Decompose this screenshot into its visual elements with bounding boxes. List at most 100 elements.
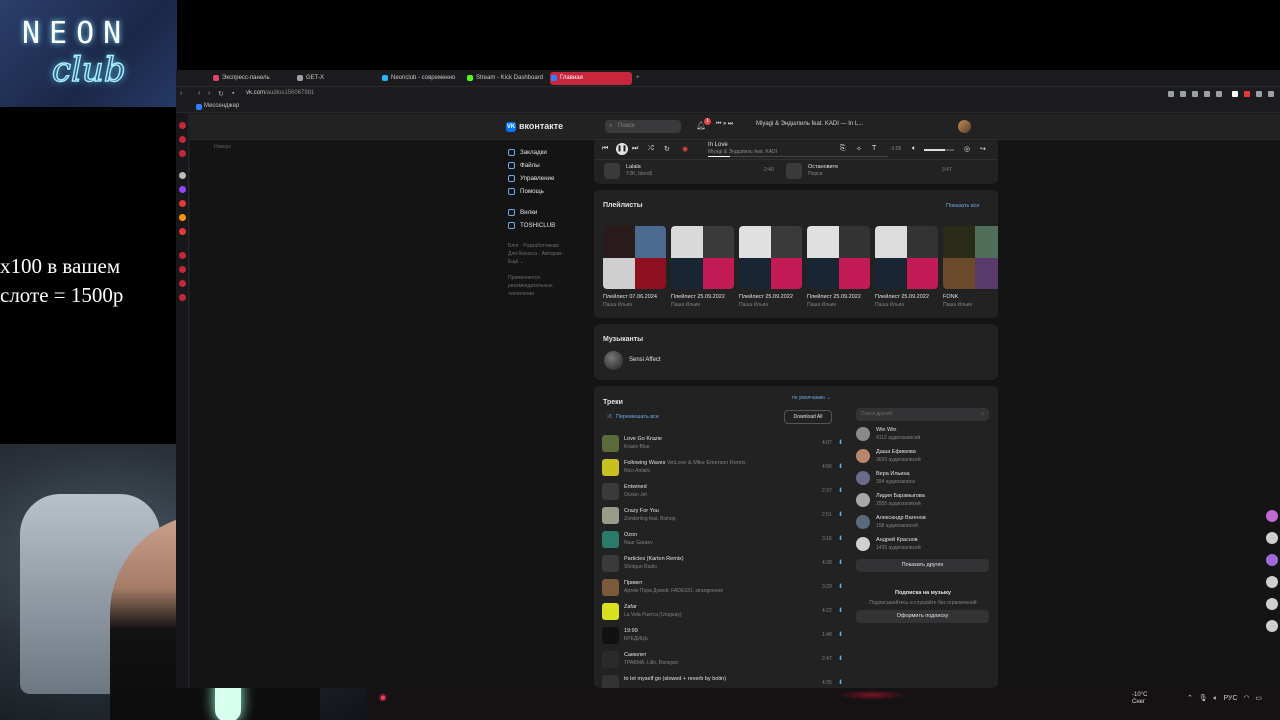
shuffle-icon[interactable]: ⤮ bbox=[648, 145, 654, 153]
playlist-item[interactable]: Плейлист 07.06.2024 Паша Ильин bbox=[603, 226, 666, 308]
volume-icon[interactable]: 🔈︎ bbox=[1213, 695, 1217, 702]
user-avatar[interactable] bbox=[958, 120, 971, 133]
friend-item[interactable]: Даша Ефимова 3655 аудиозаписей bbox=[856, 445, 990, 467]
broadcast-icon[interactable]: ⎘ bbox=[840, 145, 846, 153]
sidebar-app-icon[interactable] bbox=[179, 214, 186, 221]
recent-track[interactable]: Остановите Перси 3:47 bbox=[786, 162, 966, 182]
tab-express-panel[interactable]: Экспресс-панель bbox=[212, 72, 270, 85]
tab-getx[interactable]: GET-X bbox=[296, 72, 324, 85]
new-tab-button[interactable]: + bbox=[634, 72, 640, 85]
chat-avatar-icon[interactable] bbox=[1266, 532, 1278, 544]
vk-logo[interactable]: VK вконтакте bbox=[506, 121, 563, 132]
repeat-icon[interactable]: ↻ bbox=[664, 145, 670, 153]
track-row[interactable]: Ozon Nuur Garaev 3:16 ⬇ bbox=[602, 528, 843, 552]
vk-search-input[interactable]: ⌕ Поиск bbox=[605, 120, 681, 133]
download-icon[interactable]: ⬇ bbox=[838, 487, 843, 494]
track-row[interactable]: Entwined Ocean Jet 2:37 ⬇ bbox=[602, 480, 843, 504]
forward-icon[interactable]: › bbox=[208, 90, 210, 97]
track-row[interactable]: Привет Артем Пора Домой, FADE931, strange… bbox=[602, 576, 843, 600]
recent-track[interactable]: Lalala Y2K, bbno$ 2:40 bbox=[604, 162, 784, 182]
sidebar-app-icon[interactable] bbox=[179, 252, 186, 259]
friend-search-input[interactable]: Поиск друзей ⌕ bbox=[856, 408, 989, 421]
tab-kick-dashboard[interactable]: Stream - Kick Dashboard bbox=[466, 72, 543, 85]
download-icon[interactable]: ⬇ bbox=[838, 655, 843, 662]
chat-avatar-icon[interactable] bbox=[1266, 510, 1278, 522]
playlist-item[interactable]: Плейлист 25.09.2022 Паша Ильин bbox=[739, 226, 802, 308]
nav-help[interactable]: Помощь bbox=[508, 185, 578, 198]
extension-icon[interactable] bbox=[1204, 91, 1210, 97]
sidebar-app-icon[interactable] bbox=[179, 172, 186, 179]
sidebar-app-icon[interactable] bbox=[179, 122, 186, 129]
nav-manage[interactable]: Управление bbox=[508, 172, 578, 185]
footer-links[interactable]: Блог · Разработчикам · Для бизнеса · Авт… bbox=[508, 242, 572, 266]
download-icon[interactable]: ⬇ bbox=[838, 463, 843, 470]
friend-item[interactable]: Win Win 4112 аудиозаписей bbox=[856, 423, 990, 445]
volume-slider[interactable] bbox=[924, 149, 954, 151]
track-artist[interactable]: La Vela Puerca (Uruguay) bbox=[624, 612, 682, 618]
track-artist[interactable]: Krazie Blue bbox=[624, 444, 650, 450]
track-artist[interactable]: Shotgun Radio bbox=[624, 564, 657, 570]
musician-name[interactable]: Sensi Affect bbox=[629, 357, 661, 363]
sidebar-app-icon[interactable] bbox=[179, 280, 186, 287]
track-artist[interactable]: ТРАВМА, Lillo, Валерис bbox=[624, 660, 679, 666]
extension-icon[interactable] bbox=[1192, 91, 1198, 97]
chat-avatar-icon[interactable] bbox=[1266, 554, 1278, 566]
extension-icon[interactable] bbox=[1216, 91, 1222, 97]
track-row[interactable]: Самолет ТРАВМА, Lillo, Валерис 2:47 ⬇ bbox=[602, 648, 843, 672]
friend-item[interactable]: Александр Вагенов 158 аудиозаписей bbox=[856, 511, 990, 533]
nav-group-toshiclub[interactable]: TOSHICLUB bbox=[508, 219, 578, 232]
download-icon[interactable]: ⬇ bbox=[838, 439, 843, 446]
playlists-show-all-link[interactable]: Показать все bbox=[946, 203, 980, 209]
prev-icon[interactable]: ⏮ bbox=[602, 145, 608, 153]
tab-neonclub[interactable]: Neonclub - современно bbox=[381, 72, 455, 85]
back-icon[interactable]: ‹ bbox=[180, 90, 182, 97]
cast-icon[interactable]: ◎ bbox=[964, 145, 970, 153]
sidebar-app-icon[interactable] bbox=[179, 294, 186, 301]
opera-taskbar-icon[interactable]: ◉ bbox=[379, 692, 387, 703]
sidebar-app-icon[interactable] bbox=[179, 228, 186, 235]
download-icon[interactable]: ⬇ bbox=[838, 511, 843, 518]
track-artist[interactable]: БРЕДИЦЬ bbox=[624, 636, 648, 642]
download-icon[interactable]: ⬇ bbox=[838, 679, 843, 686]
track-row[interactable]: Particles (Karton Remix) Shotgun Radio 4:2… bbox=[602, 552, 843, 576]
sidebar-twitch-icon[interactable] bbox=[179, 186, 186, 193]
track-artist[interactable]: Zonderling feat. Bishop bbox=[624, 516, 675, 522]
chevron-up-icon[interactable]: ⌃ bbox=[1187, 695, 1193, 702]
nav-bookmarks[interactable]: Закладки bbox=[508, 146, 578, 159]
volume-icon[interactable]: 🔈︎ bbox=[912, 145, 916, 153]
track-row[interactable]: 19:99 БРЕДИЦЬ 1:48 ⬇ bbox=[602, 624, 843, 648]
download-icon[interactable]: ⬇ bbox=[838, 559, 843, 566]
microphone-icon[interactable]: 🎙︎ bbox=[1199, 695, 1208, 702]
next-icon[interactable]: ⏭ bbox=[632, 145, 638, 153]
bookmark-messenger[interactable]: Мессенджер bbox=[204, 103, 239, 109]
chat-avatar-icon[interactable] bbox=[1266, 620, 1278, 632]
extension-icon[interactable] bbox=[1168, 91, 1174, 97]
share-icon[interactable]: ↪ bbox=[980, 145, 986, 153]
nav-files[interactable]: Файлы bbox=[508, 159, 578, 172]
header-now-playing[interactable]: Miyagi & Эндшпиль feat. KADI — In L... bbox=[756, 121, 863, 127]
extension-icon[interactable] bbox=[1256, 91, 1262, 97]
lyrics-icon[interactable]: ◉ bbox=[682, 145, 688, 153]
menu-icon[interactable] bbox=[1268, 91, 1274, 97]
header-player-controls[interactable]: ⏮ ⏸ ⏭ bbox=[716, 121, 733, 128]
shuffle-all-button[interactable]: ⤮ Перемешать все bbox=[607, 414, 659, 421]
scroll-top-link[interactable]: Наверх bbox=[214, 144, 231, 150]
track-artist[interactable]: Ocean Jet bbox=[624, 492, 647, 498]
download-icon[interactable]: ⬇ bbox=[838, 607, 843, 614]
track-artist[interactable]: Nuur Garaev bbox=[624, 540, 653, 546]
download-icon[interactable]: ⬇ bbox=[838, 631, 843, 638]
language-indicator[interactable]: РУС bbox=[1224, 695, 1238, 702]
chat-avatar-icon[interactable] bbox=[1266, 576, 1278, 588]
download-icon[interactable]: ⬇ bbox=[838, 535, 843, 542]
battery-icon[interactable]: ▭ bbox=[1255, 695, 1262, 702]
friend-item[interactable]: Андрей Краснов 1435 аудиозаписей bbox=[856, 533, 990, 555]
back-button-icon[interactable]: ‹ bbox=[198, 90, 200, 97]
playlist-item[interactable]: FONK Паша Ильин bbox=[943, 226, 998, 308]
wifi-icon[interactable]: ◠ bbox=[1243, 695, 1249, 702]
download-icon[interactable]: ⬇ bbox=[838, 583, 843, 590]
friend-item[interactable]: Вера Ильина 394 аудиозаписи bbox=[856, 467, 990, 489]
chat-avatar-icon[interactable] bbox=[1266, 598, 1278, 610]
sidebar-app-icon[interactable] bbox=[179, 136, 186, 143]
tracks-sort-dropdown[interactable]: по умолчанию ⌄ bbox=[792, 395, 831, 401]
track-row[interactable]: Love Go Krazie Krazie Blue 4:07 ⬇ bbox=[602, 432, 843, 456]
